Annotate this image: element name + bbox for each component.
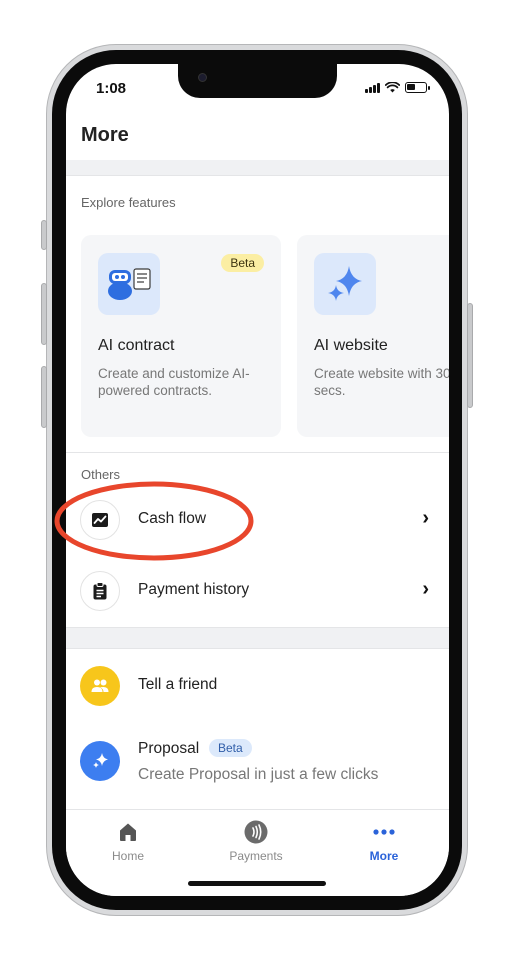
explore-features-label: Explore features — [81, 195, 176, 210]
page-title: More — [81, 124, 129, 146]
status-time: 1:08 — [96, 80, 127, 97]
proposal-title: Proposal — [138, 740, 200, 757]
feature-card-ai-website[interactable]: AI website Create website with 30 secs. — [297, 235, 449, 437]
notch — [178, 64, 337, 98]
list-item-tell-a-friend[interactable]: Tell a friend — [66, 656, 449, 716]
divider — [66, 452, 449, 453]
list-item-payment-history[interactable]: Payment history › — [66, 561, 449, 621]
highlight-ellipse — [54, 481, 254, 561]
beta-badge: Beta — [221, 254, 264, 272]
people-icon — [80, 666, 120, 706]
volume-up-button — [41, 283, 47, 345]
sparkle-icon — [314, 253, 376, 315]
row-label: Payment history — [138, 581, 250, 598]
feature-description: Create website with 30 secs. — [314, 366, 449, 398]
beta-badge: Beta — [209, 739, 252, 757]
feature-card-ai-contract[interactable]: Beta AI contract Create and customize AI… — [81, 235, 281, 437]
mute-switch — [41, 220, 47, 250]
contactless-icon — [211, 820, 301, 844]
tab-label: Payments — [229, 849, 283, 863]
tab-label: Home — [111, 849, 144, 863]
list-item-proposal[interactable]: Proposal Beta Create Proposal in just a … — [66, 729, 449, 799]
home-indicator[interactable] — [188, 881, 326, 886]
tab-home[interactable]: Home — [83, 820, 173, 863]
clipboard-icon — [80, 571, 120, 611]
signal-icon — [365, 82, 380, 93]
feature-title: AI website — [314, 337, 388, 354]
section-separator — [66, 627, 449, 649]
sparkle-icon — [80, 741, 120, 781]
feature-description: Create and customize AI-powered contract… — [98, 366, 250, 398]
tab-label: More — [369, 849, 399, 863]
feature-title: AI contract — [98, 337, 175, 354]
status-icons — [365, 82, 430, 93]
wifi-icon — [385, 82, 400, 93]
home-icon — [83, 820, 173, 844]
more-dots-icon — [339, 820, 429, 844]
volume-down-button — [41, 366, 47, 428]
robot-contract-icon — [98, 253, 160, 315]
chevron-right-icon: › — [422, 507, 429, 529]
tab-more[interactable]: More — [339, 820, 429, 863]
section-separator — [66, 160, 449, 176]
battery-icon — [405, 82, 430, 93]
proposal-subtitle: Create Proposal in just a few clicks — [138, 766, 379, 783]
tab-payments[interactable]: Payments — [211, 820, 301, 863]
front-camera — [198, 73, 207, 82]
chevron-right-icon: › — [422, 578, 429, 600]
power-button — [467, 303, 473, 408]
row-label: Tell a friend — [138, 676, 218, 693]
